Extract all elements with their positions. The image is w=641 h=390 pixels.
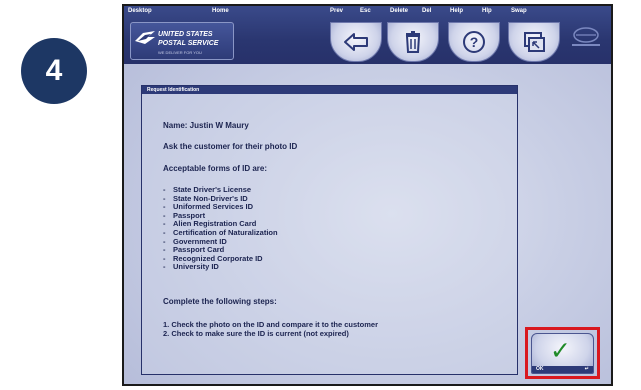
desktop-label[interactable]: Desktop [128, 8, 152, 14]
step-1-text: 1. Check the photo on the ID and compare… [163, 320, 379, 329]
logo-line2: POSTAL SERVICE [158, 40, 219, 47]
question-icon: ? [463, 31, 485, 53]
ok-button[interactable]: ✓ OK ↵ [531, 333, 594, 374]
panel-header: Request Identification [142, 86, 517, 94]
swap-window-icon [524, 32, 545, 52]
help-key-label: Hlp [482, 8, 492, 14]
trash-icon [405, 31, 421, 53]
delete-label: Delete [390, 8, 409, 14]
list-item: University ID [163, 263, 278, 272]
steps-heading: Complete the following steps: [163, 297, 277, 306]
usps-eagle-watermark-icon [572, 27, 600, 46]
usps-logo-button[interactable]: UNITED STATES POSTAL SERVICE WE DELIVER … [130, 22, 234, 60]
delete-key-label: Del [422, 8, 432, 14]
help-label: Help [450, 8, 464, 14]
help-button[interactable]: ? [448, 22, 500, 62]
delete-button[interactable] [387, 22, 439, 62]
ask-photo-id-text: Ask the customer for their photo ID [163, 142, 298, 151]
acceptable-id-list: State Driver's License State Non-Driver'… [163, 185, 278, 272]
checkmark-icon: ✓ [550, 336, 571, 365]
step-2-text: 2. Check to make sure the ID is current … [163, 329, 349, 338]
prev-label: Prev [330, 8, 344, 14]
swap-button[interactable] [508, 22, 560, 62]
logo-tagline: WE DELIVER FOR YOU [158, 50, 202, 55]
top-toolbar: Desktop Home UNITED STATES POSTAL SERVIC… [124, 6, 611, 64]
customer-name: Name: Justin W Maury [163, 121, 249, 130]
prev-key-label: Esc [360, 8, 371, 14]
acceptable-id-heading: Acceptable forms of ID are: [163, 164, 268, 173]
home-label[interactable]: Home [212, 8, 229, 14]
eagle-icon [135, 31, 155, 44]
logo-line1: UNITED STATES [158, 31, 213, 38]
step-number-badge: 4 [21, 38, 87, 104]
request-identification-panel: Request Identification Name: Justin W Ma… [141, 85, 518, 375]
swap-label: Swap [511, 8, 527, 14]
ok-label: OK [536, 366, 544, 372]
left-arrow-icon [344, 33, 368, 51]
prev-button[interactable] [330, 22, 382, 62]
svg-text:?: ? [470, 34, 479, 50]
ok-button-bar: OK ↵ [532, 366, 593, 373]
enter-key-icon: ↵ [584, 366, 589, 372]
